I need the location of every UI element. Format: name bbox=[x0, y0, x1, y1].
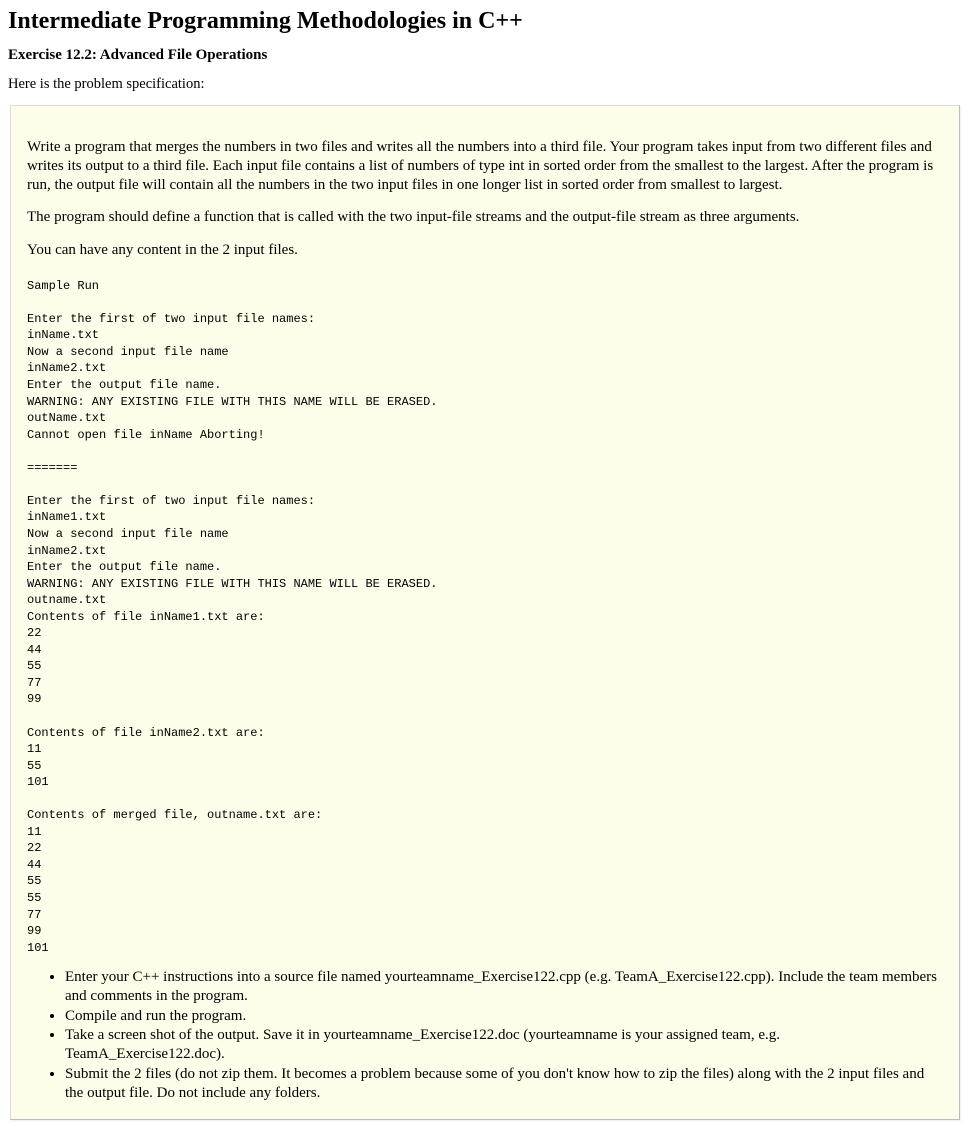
specification-box: Write a program that merges the numbers … bbox=[10, 105, 960, 1120]
spec-paragraph-2: The program should define a function tha… bbox=[27, 208, 943, 227]
spec-paragraph-3: You can have any content in the 2 input … bbox=[27, 241, 943, 260]
list-item: Compile and run the program. bbox=[65, 1007, 943, 1026]
exercise-subtitle: Exercise 12.2: Advanced File Operations bbox=[8, 47, 962, 64]
spec-paragraph-1: Write a program that merges the numbers … bbox=[27, 138, 943, 194]
intro-text: Here is the problem specification: bbox=[8, 76, 962, 93]
list-item: Enter your C++ instructions into a sourc… bbox=[65, 968, 943, 1006]
sample-run: Sample Run Enter the first of two input … bbox=[27, 278, 943, 956]
page-title: Intermediate Programming Methodologies i… bbox=[8, 8, 962, 35]
list-item: Take a screen shot of the output. Save i… bbox=[65, 1026, 943, 1064]
list-item: Submit the 2 files (do not zip them. It … bbox=[65, 1065, 943, 1103]
instruction-list: Enter your C++ instructions into a sourc… bbox=[27, 968, 943, 1102]
